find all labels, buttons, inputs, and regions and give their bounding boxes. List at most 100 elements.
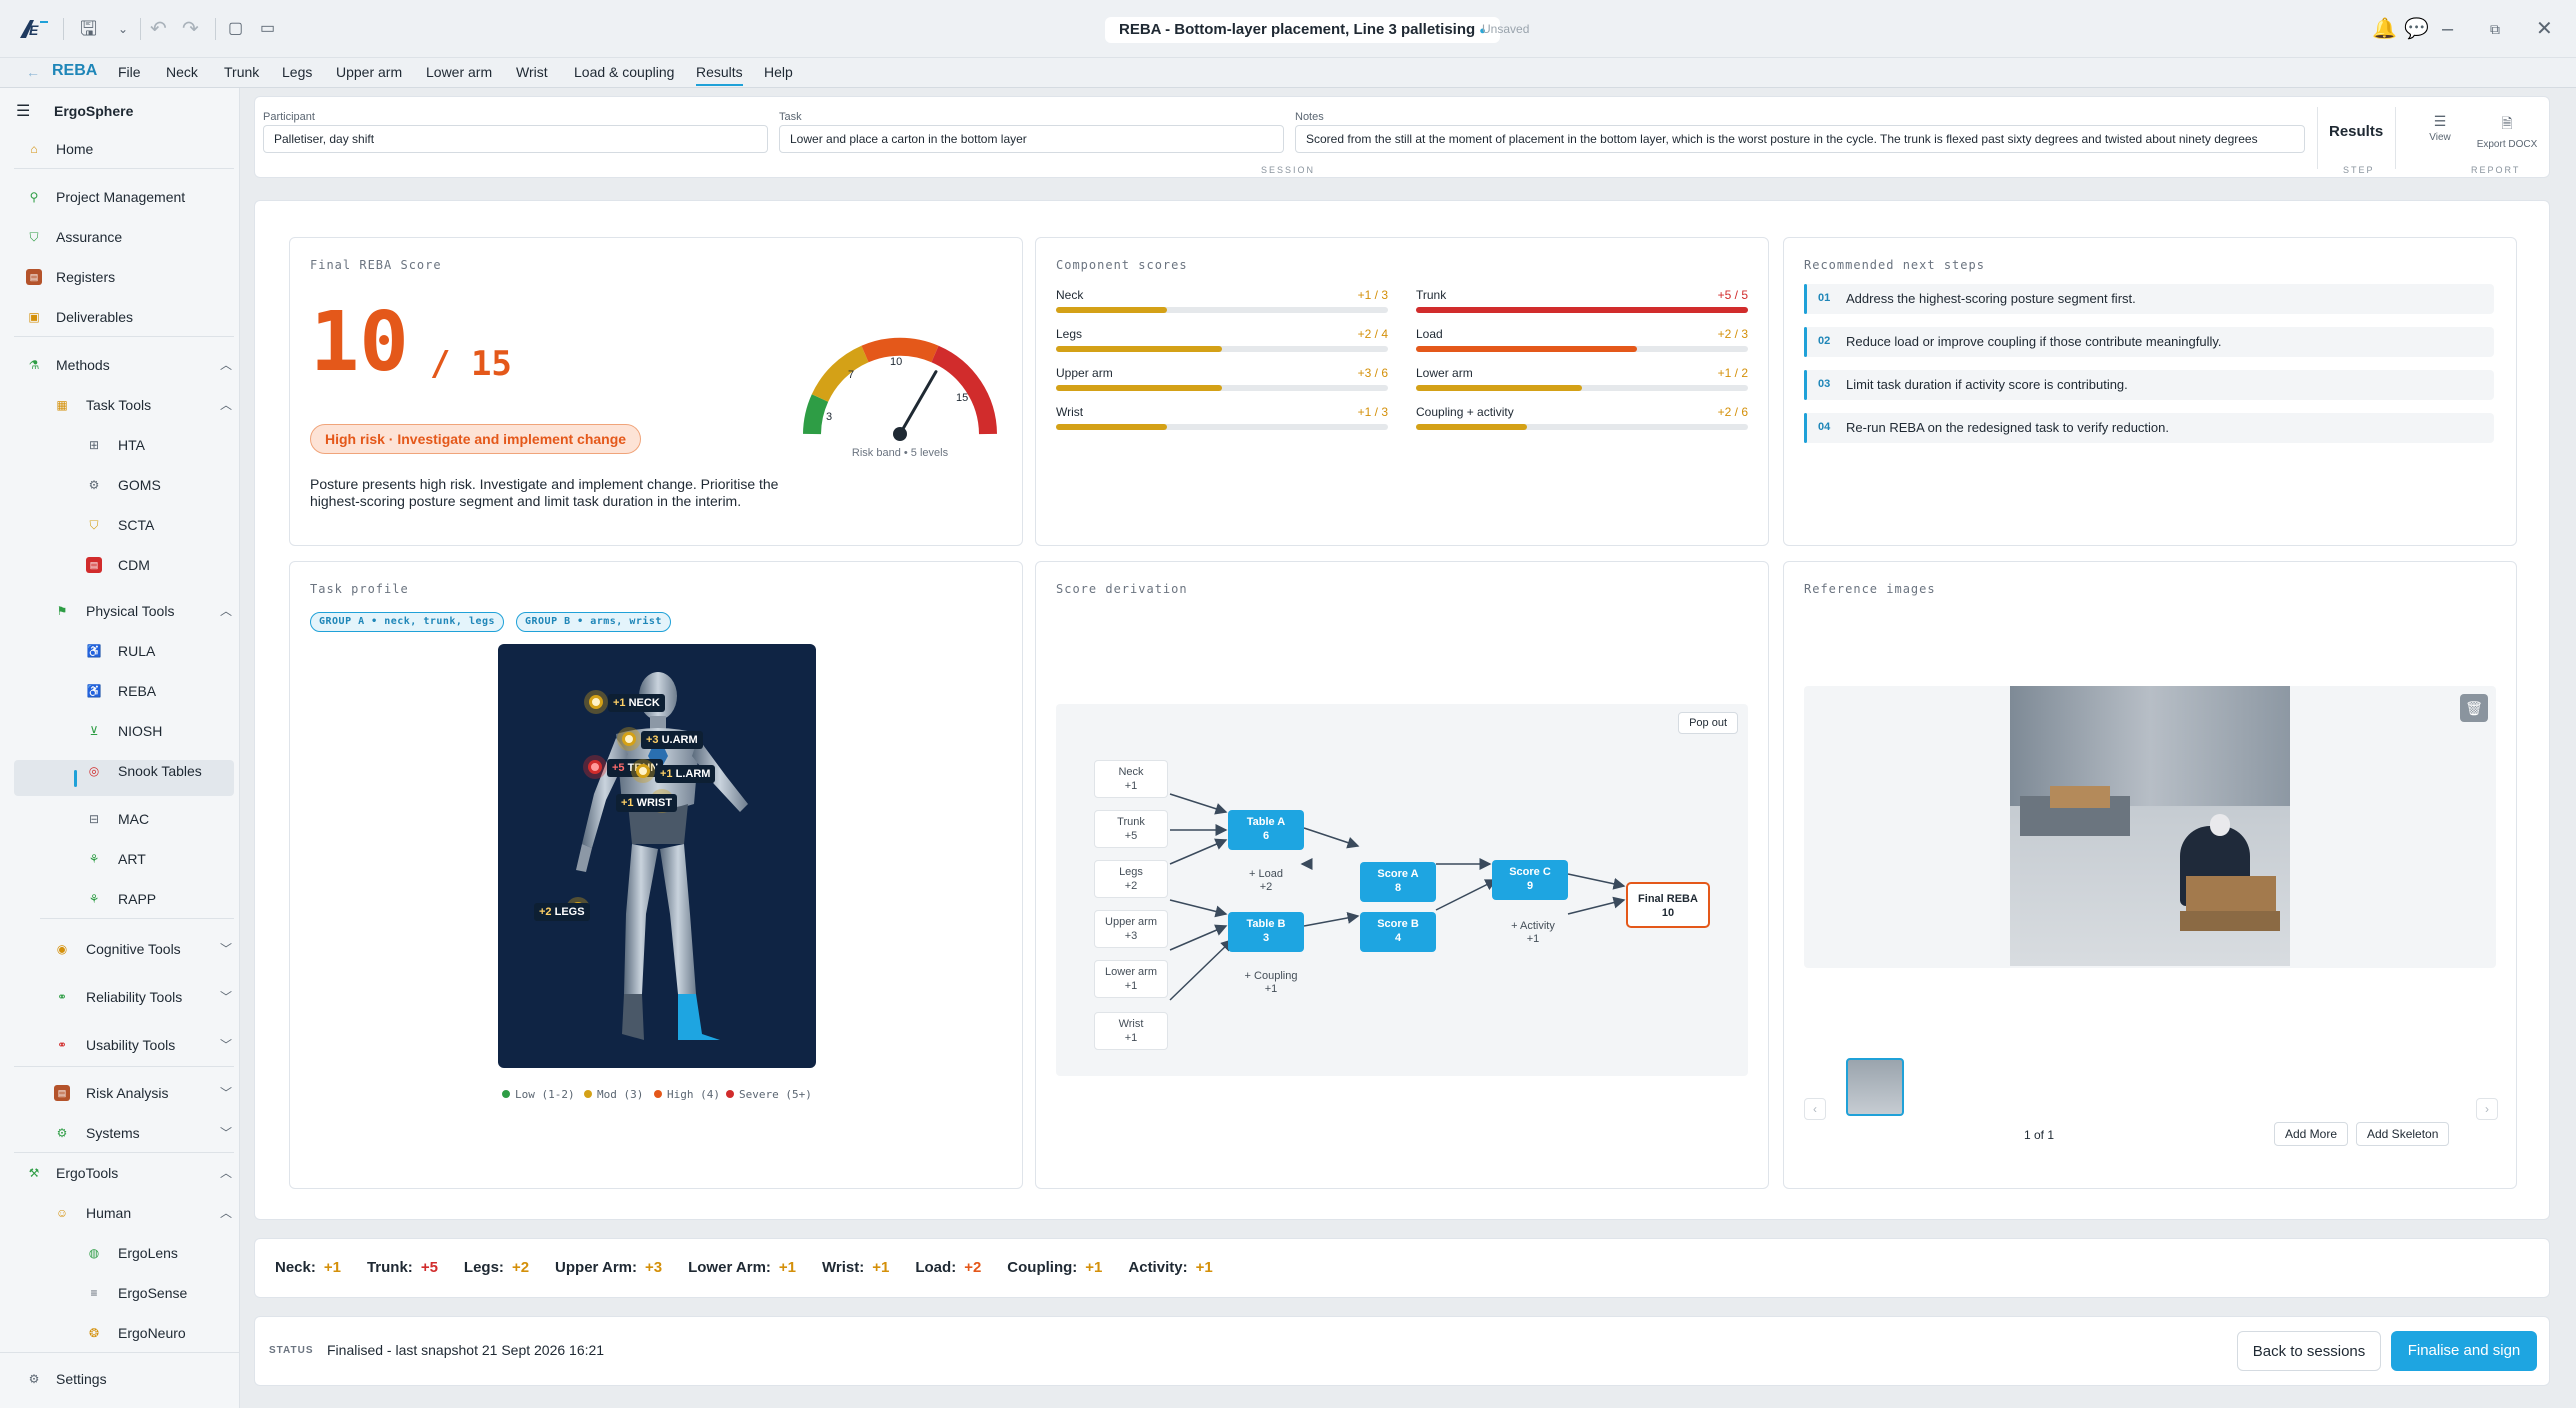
sidebar-item-ergolens[interactable]: ◍ ErgoLens bbox=[86, 1244, 226, 1262]
sidebar-item-rula[interactable]: ♿ RULA bbox=[86, 642, 226, 660]
trunk-joint-marker[interactable] bbox=[588, 760, 602, 774]
reference-photo[interactable] bbox=[2010, 686, 2290, 966]
sidebar-item-niosh[interactable]: ⊻ NIOSH bbox=[86, 722, 226, 740]
sidebar-item-cognitive-tools[interactable]: ◉ Cognitive Tools ﹀ bbox=[54, 940, 232, 958]
sidebar-item-methods[interactable]: ⚗ Methods ︿ bbox=[26, 356, 232, 374]
joint-score: +1 bbox=[613, 697, 626, 709]
participant-field[interactable]: Palletiser, day shift bbox=[263, 125, 768, 153]
notes-field[interactable]: Scored from the still at the moment of p… bbox=[1295, 125, 2305, 153]
menu-wrist[interactable]: Wrist bbox=[516, 64, 548, 80]
menu-results[interactable]: Results bbox=[696, 64, 743, 86]
neck-joint-marker[interactable] bbox=[589, 695, 603, 709]
sidebar-item-home[interactable]: ⌂ Home bbox=[26, 140, 226, 158]
segment-score-value: +2 bbox=[511, 1259, 530, 1276]
sidebar-item-systems[interactable]: ⚙ Systems ﹀ bbox=[54, 1124, 232, 1142]
reference-thumbnail[interactable] bbox=[1846, 1058, 1904, 1116]
node-name: + Activity bbox=[1511, 920, 1555, 932]
chevron-up-icon[interactable]: ︿ bbox=[220, 356, 232, 374]
menu-neck[interactable]: Neck bbox=[166, 64, 198, 80]
chevron-up-icon[interactable]: ︿ bbox=[220, 1204, 232, 1222]
reference-image-viewer: 🗑 bbox=[1804, 686, 2496, 968]
sidebar-item-reliability-tools[interactable]: ⚭ Reliability Tools ﹀ bbox=[54, 988, 232, 1006]
node-name: Trunk bbox=[1117, 816, 1145, 828]
node-value: +5 bbox=[1124, 830, 1138, 842]
sidebar-item-risk-analysis[interactable]: ▤ Risk Analysis ﹀ bbox=[54, 1084, 232, 1102]
add-more-button[interactable]: Add More bbox=[2274, 1122, 2349, 1146]
chevron-down-icon[interactable]: ﹀ bbox=[220, 1036, 232, 1054]
menu-file[interactable]: File bbox=[118, 64, 141, 80]
sidebar-item-label: MAC bbox=[118, 811, 150, 827]
app-logo-icon[interactable]: E bbox=[18, 16, 50, 42]
chat-icon[interactable]: 💬 bbox=[2404, 18, 2429, 40]
redo-icon[interactable]: ↷ bbox=[182, 18, 199, 40]
sidebar-item-physical-tools[interactable]: ⚑ Physical Tools ︿ bbox=[54, 602, 232, 620]
final-score-value: 10 bbox=[310, 295, 409, 390]
component-bar-fill bbox=[1056, 424, 1167, 430]
new-file-icon[interactable]: ▢ bbox=[228, 18, 243, 40]
sidebar-item-rapp[interactable]: ⚘ RAPP bbox=[86, 890, 226, 908]
chevron-down-icon[interactable]: ﹀ bbox=[220, 1084, 232, 1102]
sidebar-item-art[interactable]: ⚘ ART bbox=[86, 850, 226, 868]
sidebar-item-scta[interactable]: ⛉ SCTA bbox=[86, 516, 226, 534]
sidebar-item-deliverables[interactable]: ▣ Deliverables bbox=[26, 308, 226, 326]
open-folder-icon[interactable]: ▭ bbox=[260, 18, 275, 40]
sidebar-item-cdm[interactable]: ▤ CDM bbox=[86, 556, 226, 574]
sidebar-item-reba[interactable]: ♿ REBA bbox=[86, 682, 226, 700]
sidebar-item-ergoneuro[interactable]: ❂ ErgoNeuro bbox=[86, 1324, 226, 1342]
sidebar-item-ergosense[interactable]: ≡ ErgoSense bbox=[86, 1284, 226, 1302]
sidebar-item-goms[interactable]: ⚙ GOMS bbox=[86, 476, 226, 494]
toolbox-icon: ▦ bbox=[56, 398, 68, 412]
export-docx-button[interactable]: 🗎 Export DOCX bbox=[2471, 113, 2543, 150]
next-image-button[interactable]: › bbox=[2476, 1098, 2498, 1120]
chevron-down-icon[interactable]: ﹀ bbox=[220, 988, 232, 1006]
sidebar-item-label: RAPP bbox=[118, 891, 157, 907]
finalise-and-sign-button[interactable]: Finalise and sign bbox=[2391, 1331, 2537, 1371]
close-icon[interactable]: ✕ bbox=[2536, 18, 2553, 40]
rapp-icon: ⚘ bbox=[88, 892, 100, 906]
chevron-down-icon[interactable]: ﹀ bbox=[220, 1124, 232, 1142]
human-model-view[interactable]: +1 NECK +3 U.ARM +5 TRUN +1 L.ARM +1 WRI… bbox=[498, 644, 816, 1068]
sidebar-item-settings[interactable]: ⚙ Settings bbox=[26, 1370, 226, 1388]
menu-lower-arm[interactable]: Lower arm bbox=[426, 64, 492, 80]
sidebar-item-usability-tools[interactable]: ⚭ Usability Tools ﹀ bbox=[54, 1036, 232, 1054]
gauge-needle bbox=[898, 370, 938, 436]
view-button[interactable]: ☰ View bbox=[2415, 113, 2465, 143]
sidebar-item-snook-tables[interactable]: ◎ Snook Tables bbox=[86, 762, 226, 780]
delete-image-button[interactable]: 🗑 bbox=[2460, 694, 2488, 722]
undo-icon[interactable]: ↶ bbox=[150, 18, 167, 40]
maximize-icon[interactable]: ⧉ bbox=[2490, 18, 2500, 40]
upper-arm-joint-marker[interactable] bbox=[622, 732, 636, 746]
chevron-up-icon[interactable]: ︿ bbox=[220, 396, 232, 414]
minimize-icon[interactable]: – bbox=[2442, 18, 2453, 40]
chevron-up-icon[interactable]: ︿ bbox=[220, 1164, 232, 1182]
lower-arm-joint-marker[interactable] bbox=[636, 764, 650, 778]
task-field[interactable]: Lower and place a carton in the bottom l… bbox=[779, 125, 1284, 153]
menu-load-coupling[interactable]: Load & coupling bbox=[574, 64, 674, 80]
list-icon: ☰ bbox=[2433, 113, 2447, 129]
hamburger-icon[interactable]: ☰ bbox=[16, 103, 30, 120]
menu-trunk[interactable]: Trunk bbox=[224, 64, 259, 80]
menu-reba[interactable]: REBA bbox=[52, 62, 97, 80]
sidebar-item-label: ErgoNeuro bbox=[118, 1325, 186, 1341]
sidebar-item-task-tools[interactable]: ▦ Task Tools ︿ bbox=[54, 396, 232, 414]
sidebar-item-ergotools[interactable]: ⚒ ErgoTools ︿ bbox=[26, 1164, 232, 1182]
menu-upper-arm[interactable]: Upper arm bbox=[336, 64, 402, 80]
menu-help[interactable]: Help bbox=[764, 64, 793, 80]
back-to-sessions-button[interactable]: Back to sessions bbox=[2237, 1331, 2381, 1371]
sidebar-item-assurance[interactable]: ⛉ Assurance bbox=[26, 228, 226, 246]
sidebar-item-registers[interactable]: ▤ Registers bbox=[26, 268, 226, 286]
menu-legs[interactable]: Legs bbox=[282, 64, 312, 80]
sidebar-item-mac[interactable]: ⊟ MAC bbox=[86, 810, 226, 828]
back-arrow-icon[interactable]: ← bbox=[26, 64, 40, 80]
sidebar-item-project-management[interactable]: ⚲ Project Management bbox=[26, 188, 226, 206]
save-icon[interactable]: 🖫 bbox=[80, 18, 97, 40]
chevron-down-icon[interactable]: ﹀ bbox=[220, 940, 232, 958]
prev-image-button[interactable]: ‹ bbox=[1804, 1098, 1826, 1120]
sidebar-item-hta[interactable]: ⊞ HTA bbox=[86, 436, 226, 454]
chevron-up-icon[interactable]: ︿ bbox=[220, 602, 232, 620]
sidebar-item-human[interactable]: ☺ Human ︿ bbox=[54, 1204, 232, 1222]
add-skeleton-button[interactable]: Add Skeleton bbox=[2356, 1122, 2450, 1146]
view-label: View bbox=[2429, 132, 2451, 143]
notifications-icon[interactable]: 🔔 bbox=[2372, 18, 2397, 40]
chevron-down-icon[interactable]: ⌄ bbox=[118, 18, 128, 40]
